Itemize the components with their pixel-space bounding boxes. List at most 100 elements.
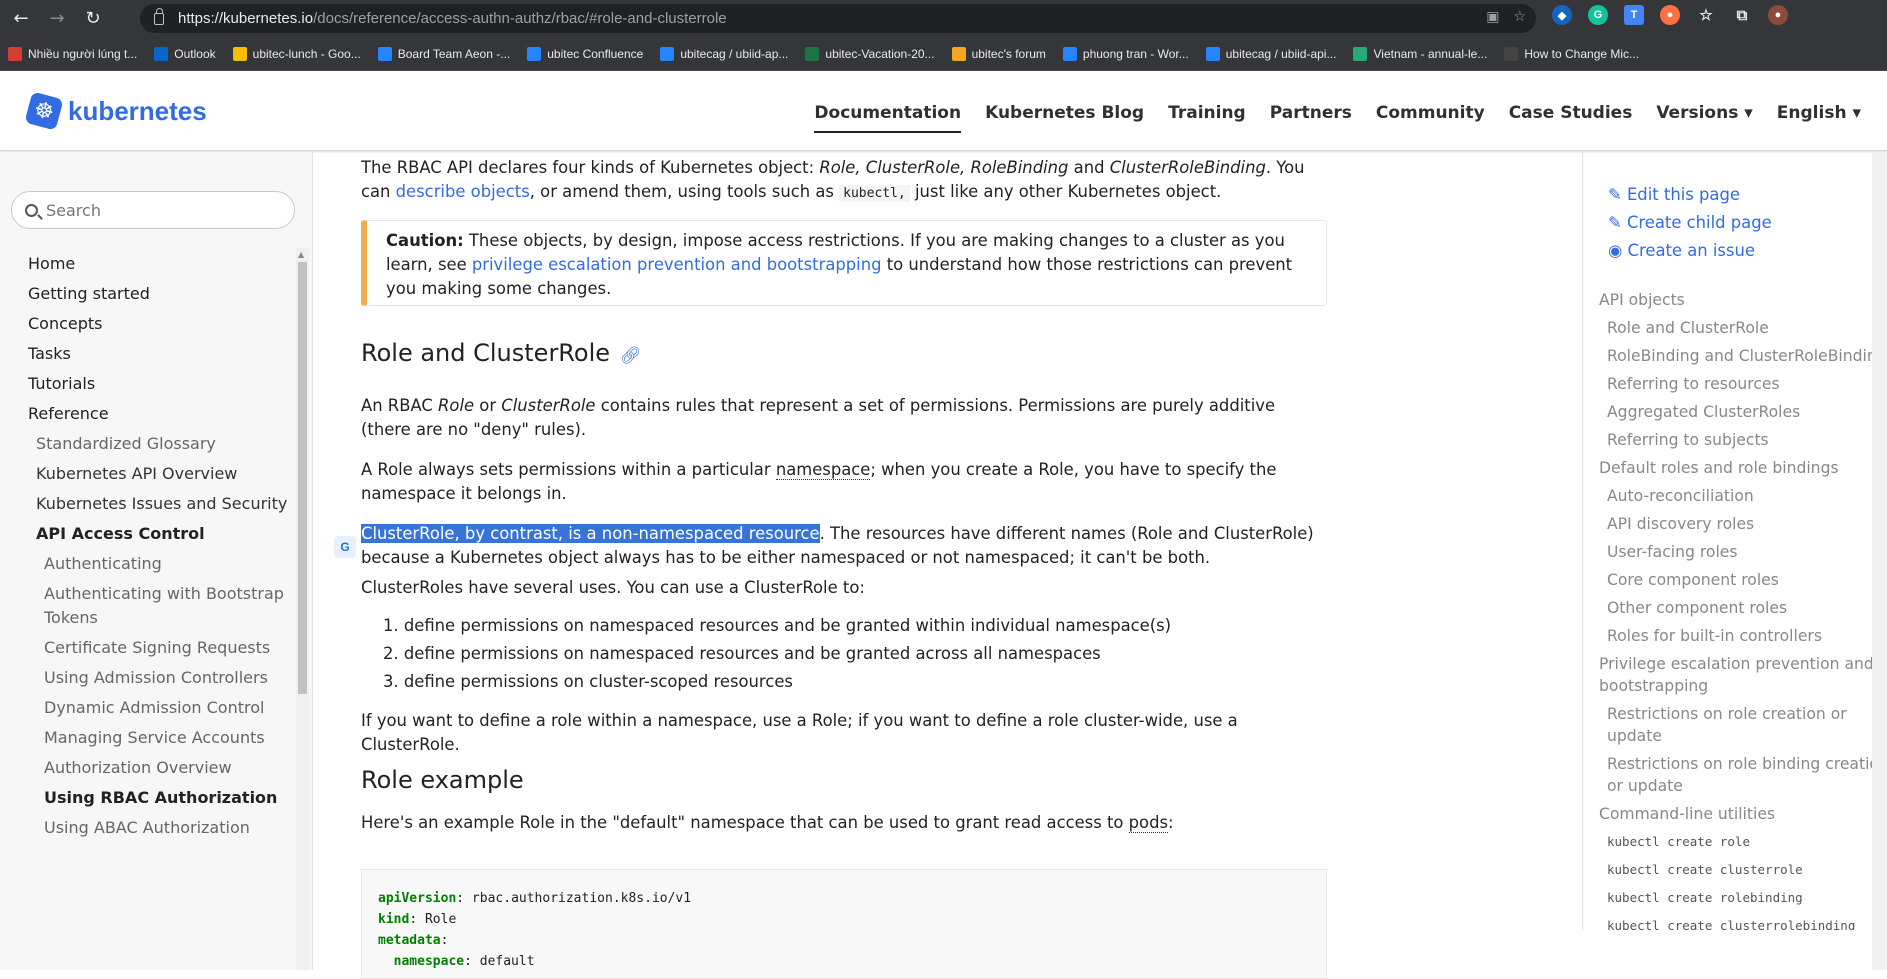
sidebar-item[interactable]: Kubernetes API Overview — [28, 462, 290, 486]
toc-item[interactable]: kubectl create clusterrole — [1599, 859, 1887, 881]
sidebar-scrollbar[interactable]: ▲ — [296, 248, 309, 970]
bookmark-item[interactable]: ubitec-Vacation-20... — [805, 46, 935, 61]
nav-community[interactable]: Community — [1376, 103, 1485, 133]
reload-icon[interactable]: ↻ — [78, 4, 108, 34]
create-issue-label: Create an issue — [1627, 241, 1755, 260]
bookmark-label: Board Team Aeon -... — [397, 46, 511, 61]
sidebar-item[interactable]: Authorization Overview — [28, 756, 290, 780]
scroll-up-icon[interactable]: ▲ — [298, 250, 304, 259]
translate-selection-icon[interactable]: G — [334, 536, 356, 558]
sidebar-item[interactable]: Authenticating with Bootstrap Tokens — [28, 582, 290, 630]
sidebar-item[interactable]: Standardized Glossary — [28, 432, 290, 456]
sidebar-item[interactable]: Tasks — [28, 342, 290, 366]
sidebar-item[interactable]: Home — [28, 252, 290, 276]
toc-item[interactable]: Default roles and role bindings — [1599, 457, 1887, 479]
bookmark-item[interactable]: Board Team Aeon -... — [377, 46, 511, 61]
search-box[interactable] — [11, 191, 295, 229]
add-favorite-icon[interactable]: ☆ — [1513, 9, 1526, 25]
sidebar-item[interactable]: Reference — [28, 402, 290, 426]
collections-icon[interactable]: ⧉ — [1732, 5, 1752, 25]
describe-objects-link[interactable]: describe objects — [396, 182, 530, 201]
toc-item[interactable]: Aggregated ClusterRoles — [1599, 401, 1887, 423]
sidebar-item[interactable]: Managing Service Accounts — [28, 726, 290, 750]
search-icon — [25, 203, 38, 217]
sidebar-item[interactable]: API Access Control — [28, 522, 290, 546]
sidebar-item[interactable]: Certificate Signing Requests — [28, 636, 290, 660]
page-scrollbar[interactable] — [1872, 152, 1887, 970]
bookmark-item[interactable]: ubitec Confluence — [527, 46, 643, 61]
toc-item[interactable]: Restrictions on role binding creation or… — [1599, 753, 1887, 797]
toc-item[interactable]: Referring to subjects — [1599, 429, 1887, 451]
bookmark-item[interactable]: How to Change Mic... — [1504, 46, 1639, 61]
nav-training[interactable]: Training — [1168, 103, 1246, 133]
toc-item[interactable]: Auto-reconciliation — [1599, 485, 1887, 507]
bookmark-favicon-icon — [951, 46, 966, 61]
search-input[interactable] — [46, 200, 266, 220]
extension-icon[interactable]: ● — [1660, 5, 1680, 25]
nav-versions-dropdown[interactable]: Versions ▾ — [1656, 103, 1752, 133]
create-issue-link[interactable]: ◉ Create an issue — [1608, 239, 1772, 262]
edit-page-link[interactable]: ✎ Edit this page — [1608, 183, 1772, 206]
bookmark-item[interactable]: ubitec-lunch - Goo... — [232, 46, 361, 61]
profile-avatar[interactable]: ● — [1768, 5, 1788, 25]
sidebar-item[interactable]: Concepts — [28, 312, 290, 336]
nav-case-studies[interactable]: Case Studies — [1509, 103, 1633, 133]
bookmark-item[interactable]: Vietnam - annual-le... — [1353, 46, 1487, 61]
toc-item[interactable]: Referring to resources — [1599, 373, 1887, 395]
toc-item[interactable]: Roles for built-in controllers — [1599, 625, 1887, 647]
toc-item[interactable]: RoleBinding and ClusterRoleBinding — [1599, 345, 1887, 367]
sidebar-item[interactable]: Using RBAC Authorization — [28, 786, 290, 810]
toc-item[interactable]: Other component roles — [1599, 597, 1887, 619]
nav-blog[interactable]: Kubernetes Blog — [985, 103, 1144, 133]
sidebar-item[interactable]: Using ABAC Authorization — [28, 816, 290, 840]
nav-language-dropdown[interactable]: English ▾ — [1777, 103, 1861, 133]
grammarly-extension-icon[interactable]: G — [1588, 5, 1608, 25]
bookmark-item[interactable]: ubitecag / ubiid-api... — [1205, 46, 1336, 61]
sidebar-item[interactable]: Tutorials — [28, 372, 290, 396]
address-bar[interactable]: https://kubernetes.io/docs/reference/acc… — [140, 4, 1536, 33]
scrollbar-thumb[interactable] — [298, 262, 307, 694]
code-line: apiVersion: rbac.authorization.k8s.io/v1 — [378, 891, 692, 906]
toc-item[interactable]: kubectl create clusterrolebinding — [1599, 915, 1887, 930]
namespace-glossary-link[interactable]: namespace — [775, 460, 871, 480]
sidebar-item[interactable]: Dynamic Admission Control — [28, 696, 290, 720]
forward-icon[interactable]: → — [42, 4, 72, 34]
kubernetes-logo[interactable]: ☸ kubernetes — [24, 91, 207, 131]
sidebar-item[interactable]: Using Admission Controllers — [28, 666, 290, 690]
bookmark-item[interactable]: Outlook — [154, 46, 216, 61]
favorites-icon[interactable]: ☆ — [1696, 5, 1716, 25]
bookmark-item[interactable]: Nhiều người lúng t... — [8, 46, 137, 61]
nav-versions-label: Versions — [1656, 103, 1739, 123]
sidebar-item[interactable]: Kubernetes Issues and Security — [28, 492, 290, 516]
toc-item[interactable]: Command-line utilities — [1599, 803, 1887, 825]
vpn-extension-icon[interactable]: ◆ — [1552, 5, 1572, 25]
toc-item[interactable]: kubectl create rolebinding — [1599, 887, 1887, 909]
link-icon[interactable]: 🔗︎ — [620, 346, 642, 366]
toc-item[interactable]: kubectl create role — [1599, 831, 1887, 853]
sidebar-item[interactable]: Authenticating — [28, 552, 290, 576]
reader-mode-icon[interactable]: ▣ — [1486, 9, 1499, 25]
bookmark-item[interactable]: phuong tran - Wor... — [1062, 46, 1189, 61]
toc-item[interactable]: API discovery roles — [1599, 513, 1887, 535]
lock-icon[interactable] — [154, 7, 164, 25]
back-icon[interactable]: ← — [6, 4, 36, 34]
bookmark-item[interactable]: ubitecag / ubiid-ap... — [660, 46, 788, 61]
toc-item[interactable]: Core component roles — [1599, 569, 1887, 591]
nav-partners[interactable]: Partners — [1270, 103, 1352, 133]
create-child-page-link[interactable]: ✎ Create child page — [1608, 211, 1772, 234]
bookmark-favicon-icon — [805, 46, 820, 61]
list-item: 1. define permissions on namespaced reso… — [383, 616, 1172, 635]
nav-documentation[interactable]: Documentation — [814, 103, 962, 133]
bookmark-favicon-icon — [1504, 46, 1519, 61]
toc-item[interactable]: Privilege escalation prevention and boot… — [1599, 653, 1887, 697]
pods-glossary-link[interactable]: pods — [1128, 813, 1169, 833]
bookmark-item[interactable]: ubitec's forum — [951, 46, 1046, 61]
toc-item[interactable]: API objects — [1599, 289, 1887, 311]
privilege-escalation-link[interactable]: privilege escalation prevention and boot… — [472, 255, 882, 274]
page-toc: ✎ Edit this page ✎ Create child page ◉ C… — [1582, 152, 1887, 930]
sidebar-item[interactable]: Getting started — [28, 282, 290, 306]
toc-item[interactable]: User-facing roles — [1599, 541, 1887, 563]
toc-item[interactable]: Role and ClusterRole — [1599, 317, 1887, 339]
toc-item[interactable]: Restrictions on role creation or update — [1599, 703, 1887, 747]
translate-extension-icon[interactable]: T — [1624, 5, 1644, 25]
